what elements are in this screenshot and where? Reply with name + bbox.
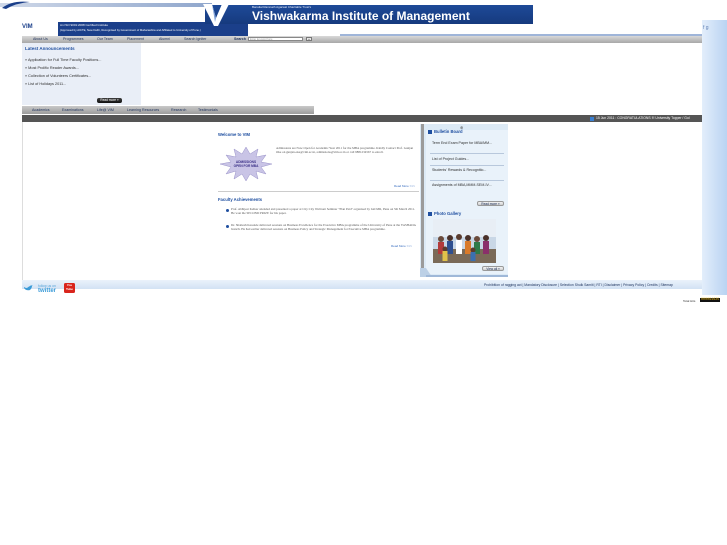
svg-text:OPEN FOR MBA: OPEN FOR MBA: [234, 164, 259, 168]
bulletin-item[interactable]: Students' Rewards & Recognitio...: [432, 168, 504, 172]
bulletin-title: Bulletin Board: [434, 129, 463, 134]
gallery-title: Photo Gallery: [434, 211, 462, 216]
announcement-item[interactable]: » Application for Full Time Faculty Posi…: [25, 58, 101, 62]
logo-swoosh-icon: [2, 1, 30, 9]
nav2-testimonials[interactable]: Testimonials: [198, 108, 218, 112]
gallery-icon: [428, 212, 432, 216]
bullet-icon: [226, 225, 229, 228]
nav2-academics[interactable]: Academics: [32, 108, 50, 112]
bulletin-read-more-button[interactable]: Read more »: [477, 201, 504, 206]
twitter-bird-icon[interactable]: [23, 285, 33, 292]
nav2-examinations[interactable]: Examinations: [62, 108, 84, 112]
tagline-iso: An ISO 9001:2008 Certified Institute: [60, 23, 109, 27]
welcome-text: Admissions are Now Open for Academic Yea…: [276, 146, 414, 155]
right-edge-decoration: [702, 20, 727, 295]
divider: [430, 153, 504, 154]
bulletin-icon: [428, 130, 432, 134]
divider: [430, 165, 504, 166]
gallery-photo[interactable]: [433, 219, 496, 263]
search-input[interactable]: Enter keyword here: [248, 37, 303, 42]
ticker-icon: [590, 116, 594, 121]
gallery-view-all-button[interactable]: View all »: [482, 266, 504, 271]
panel-divider: [421, 124, 424, 269]
nav-our-team[interactable]: Our Team: [97, 37, 113, 41]
bulletin-item[interactable]: List of Project Guides...: [432, 157, 504, 161]
admissions-badge[interactable]: ADMISSIONS OPEN FOR MBA: [218, 146, 274, 182]
v-logo-icon: [203, 4, 229, 26]
divider: [218, 191, 419, 192]
faculty-title: Faculty Achievements: [218, 197, 263, 202]
announcement-item[interactable]: » Most Prolific Reader Awards...: [25, 66, 79, 70]
announcements-read-more-button[interactable]: Read more »: [97, 98, 122, 103]
ticker-text[interactable]: 15 Jun 2011 : CONGRATULATIONS !!! Univer…: [596, 116, 690, 120]
announcement-item[interactable]: » List of Holidays 2011...: [25, 82, 66, 86]
welcome-title: Welcome to VIM: [218, 132, 251, 137]
bulletin-item[interactable]: Term End Exam Paper for MBA/MM...: [432, 141, 504, 145]
nav-search-igniter[interactable]: Search Igniter: [184, 37, 206, 41]
nav2-research[interactable]: Research: [171, 108, 186, 112]
faculty-item: Dr. Shailesh Kasande delivered sessions …: [231, 223, 416, 232]
nav-placement[interactable]: Placement: [127, 37, 144, 41]
search-go-button[interactable]: »: [306, 37, 312, 42]
announcements-title: Latest Announcements: [25, 46, 75, 51]
hits-counter: 000094625: [700, 298, 721, 302]
search-label: Search: [234, 37, 246, 41]
bulletin-item[interactable]: Assignments of MBA,MMM-SEM-IV...: [432, 183, 504, 187]
divider: [430, 180, 504, 181]
bullet-icon: [226, 209, 229, 212]
twitter-logo[interactable]: twitter: [38, 288, 56, 294]
nav-alumni[interactable]: Alumni: [159, 37, 170, 41]
faculty-item: Prof. Abhijeet Kelkar attended and prese…: [231, 207, 416, 216]
youtube-icon[interactable]: You Tube: [64, 283, 75, 293]
nav2-life-at-vim[interactable]: Life@ VIM: [97, 108, 114, 112]
left-separator: [22, 122, 23, 284]
tagline-approval: (Approved by AICTE, New Delhi, Recognise…: [60, 28, 201, 32]
welcome-read-more-link[interactable]: Read More >>>: [394, 184, 415, 188]
vim-logo[interactable]: VIM: [22, 24, 33, 30]
nav-about-us[interactable]: About Us: [33, 37, 48, 41]
nav2-learning-resources[interactable]: Learning Resources: [127, 108, 159, 112]
nav-programmes[interactable]: Programmes: [63, 37, 84, 41]
hits-label: Total Hits: [683, 299, 696, 303]
faculty-read-more-link[interactable]: Read More >>>: [391, 244, 412, 248]
institute-title: Vishwakarma Institute of Management: [252, 9, 470, 23]
announcement-item[interactable]: » Collection of Volunteers Certificates.…: [25, 74, 91, 78]
main-nav-bar: [22, 36, 702, 43]
social-icons[interactable]: f g: [703, 25, 709, 31]
footer-links[interactable]: Prohibition of ragging act | Mandatory D…: [484, 283, 673, 287]
